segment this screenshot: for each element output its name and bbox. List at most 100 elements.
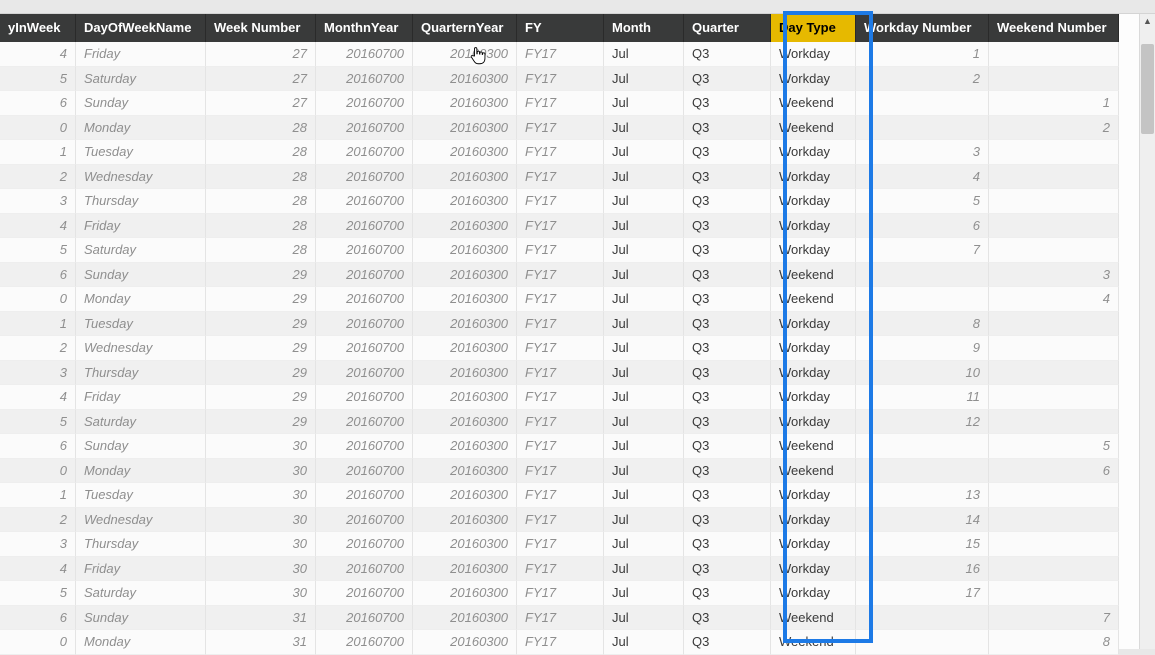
cell-weekendNum[interactable] — [989, 336, 1119, 361]
cell-monthnYear[interactable]: 20160700 — [316, 116, 413, 141]
cell-weekendNum[interactable]: 6 — [989, 459, 1119, 484]
cell-weekNum[interactable]: 30 — [206, 581, 316, 606]
cell-dayName[interactable]: Thursday — [76, 189, 206, 214]
cell-fy[interactable]: FY17 — [517, 434, 604, 459]
column-header-quarter[interactable]: Quarter — [684, 14, 771, 42]
cell-month[interactable]: Jul — [604, 434, 684, 459]
cell-quarternYear[interactable]: 20160300 — [413, 312, 517, 337]
cell-monthnYear[interactable]: 20160700 — [316, 140, 413, 165]
cell-dayName[interactable]: Sunday — [76, 606, 206, 631]
cell-workdayNum[interactable]: 8 — [856, 312, 989, 337]
cell-weekNum[interactable]: 30 — [206, 459, 316, 484]
cell-quarter[interactable]: Q3 — [684, 42, 771, 67]
cell-month[interactable]: Jul — [604, 459, 684, 484]
cell-weekendNum[interactable] — [989, 581, 1119, 606]
cell-workdayNum[interactable]: 4 — [856, 165, 989, 190]
cell-fy[interactable]: FY17 — [517, 287, 604, 312]
cell-dayInWeek[interactable]: 5 — [0, 67, 76, 92]
cell-dayName[interactable]: Saturday — [76, 410, 206, 435]
cell-weekNum[interactable]: 29 — [206, 336, 316, 361]
cell-workdayNum[interactable] — [856, 287, 989, 312]
cell-dayInWeek[interactable]: 4 — [0, 214, 76, 239]
cell-quarternYear[interactable]: 20160300 — [413, 459, 517, 484]
cell-dayInWeek[interactable]: 0 — [0, 630, 76, 655]
cell-workdayNum[interactable] — [856, 116, 989, 141]
cell-weekendNum[interactable] — [989, 557, 1119, 582]
cell-quarternYear[interactable]: 20160300 — [413, 606, 517, 631]
cell-monthnYear[interactable]: 20160700 — [316, 459, 413, 484]
cell-dayName[interactable]: Friday — [76, 385, 206, 410]
cell-quarter[interactable]: Q3 — [684, 606, 771, 631]
cell-dayInWeek[interactable]: 5 — [0, 410, 76, 435]
cell-weekendNum[interactable] — [989, 165, 1119, 190]
cell-dayName[interactable]: Saturday — [76, 67, 206, 92]
cell-quarternYear[interactable]: 20160300 — [413, 91, 517, 116]
cell-dayType[interactable]: Workday — [771, 312, 856, 337]
cell-weekNum[interactable]: 28 — [206, 238, 316, 263]
cell-workdayNum[interactable]: 5 — [856, 189, 989, 214]
cell-month[interactable]: Jul — [604, 385, 684, 410]
cell-month[interactable]: Jul — [604, 42, 684, 67]
cell-dayName[interactable]: Saturday — [76, 581, 206, 606]
cell-quarternYear[interactable]: 20160300 — [413, 434, 517, 459]
cell-workdayNum[interactable] — [856, 459, 989, 484]
cell-weekendNum[interactable] — [989, 361, 1119, 386]
cell-quarter[interactable]: Q3 — [684, 434, 771, 459]
cell-fy[interactable]: FY17 — [517, 532, 604, 557]
cell-dayName[interactable]: Wednesday — [76, 336, 206, 361]
cell-weekendNum[interactable]: 1 — [989, 91, 1119, 116]
cell-quarter[interactable]: Q3 — [684, 557, 771, 582]
column-header-weekNum[interactable]: Week Number — [206, 14, 316, 42]
cell-weekNum[interactable]: 29 — [206, 385, 316, 410]
cell-weekNum[interactable]: 29 — [206, 263, 316, 288]
cell-dayType[interactable]: Weekend — [771, 91, 856, 116]
cell-dayName[interactable]: Thursday — [76, 361, 206, 386]
cell-dayType[interactable]: Weekend — [771, 606, 856, 631]
cell-dayInWeek[interactable]: 3 — [0, 361, 76, 386]
cell-weekendNum[interactable] — [989, 189, 1119, 214]
cell-month[interactable]: Jul — [604, 116, 684, 141]
cell-fy[interactable]: FY17 — [517, 67, 604, 92]
vertical-scrollbar[interactable]: ▲ — [1139, 14, 1155, 649]
cell-month[interactable]: Jul — [604, 189, 684, 214]
cell-monthnYear[interactable]: 20160700 — [316, 165, 413, 190]
cell-dayInWeek[interactable]: 0 — [0, 459, 76, 484]
cell-weekendNum[interactable] — [989, 508, 1119, 533]
cell-quarter[interactable]: Q3 — [684, 238, 771, 263]
cell-quarternYear[interactable]: 20160300 — [413, 214, 517, 239]
cell-quarternYear[interactable]: 20160300 — [413, 336, 517, 361]
cell-month[interactable]: Jul — [604, 312, 684, 337]
cell-month[interactable]: Jul — [604, 483, 684, 508]
cell-dayInWeek[interactable]: 2 — [0, 508, 76, 533]
cell-weekendNum[interactable] — [989, 385, 1119, 410]
cell-weekNum[interactable]: 27 — [206, 91, 316, 116]
cell-dayInWeek[interactable]: 0 — [0, 287, 76, 312]
cell-workdayNum[interactable] — [856, 434, 989, 459]
cell-quarternYear[interactable]: 20160300 — [413, 287, 517, 312]
cell-weekendNum[interactable]: 2 — [989, 116, 1119, 141]
cell-weekNum[interactable]: 30 — [206, 483, 316, 508]
cell-fy[interactable]: FY17 — [517, 410, 604, 435]
cell-monthnYear[interactable]: 20160700 — [316, 91, 413, 116]
scroll-track[interactable] — [1141, 42, 1154, 649]
cell-dayInWeek[interactable]: 6 — [0, 263, 76, 288]
cell-dayName[interactable]: Friday — [76, 42, 206, 67]
column-header-quarternYear[interactable]: QuarternYear — [413, 14, 517, 42]
column-header-workdayNum[interactable]: Workday Number — [856, 14, 989, 42]
cell-monthnYear[interactable]: 20160700 — [316, 385, 413, 410]
cell-dayType[interactable]: Workday — [771, 483, 856, 508]
cell-dayName[interactable]: Monday — [76, 116, 206, 141]
cell-weekNum[interactable]: 29 — [206, 287, 316, 312]
cell-month[interactable]: Jul — [604, 336, 684, 361]
cell-fy[interactable]: FY17 — [517, 508, 604, 533]
cell-monthnYear[interactable]: 20160700 — [316, 361, 413, 386]
cell-workdayNum[interactable]: 15 — [856, 532, 989, 557]
cell-dayName[interactable]: Tuesday — [76, 140, 206, 165]
cell-dayType[interactable]: Weekend — [771, 630, 856, 655]
cell-quarternYear[interactable]: 20160300 — [413, 67, 517, 92]
cell-quarter[interactable]: Q3 — [684, 508, 771, 533]
cell-dayName[interactable]: Sunday — [76, 91, 206, 116]
cell-quarternYear[interactable]: 20160300 — [413, 238, 517, 263]
cell-monthnYear[interactable]: 20160700 — [316, 606, 413, 631]
cell-weekNum[interactable]: 30 — [206, 557, 316, 582]
